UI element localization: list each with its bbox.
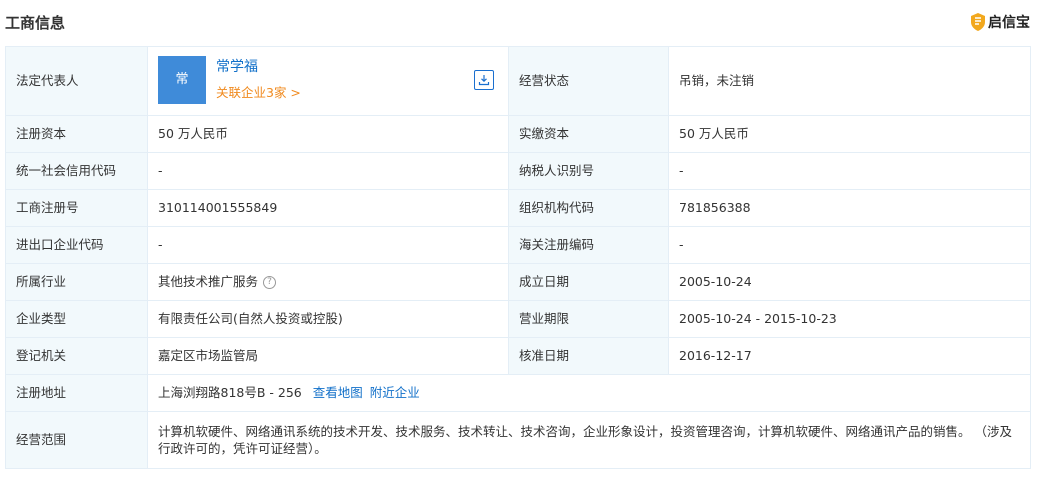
section-title: 工商信息 bbox=[5, 14, 66, 32]
credit-code-value: - bbox=[147, 152, 509, 190]
approval-date-label: 核准日期 bbox=[508, 337, 669, 375]
business-scope-value: 计算机软硬件、网络通讯系统的技术开发、技术服务、技术转让、技术咨询，企业形象设计… bbox=[147, 411, 1031, 469]
registered-capital-label: 注册资本 bbox=[5, 115, 148, 153]
table-row: 注册资本 50 万人民币 实缴资本 50 万人民币 bbox=[5, 115, 1031, 153]
org-code-value: 781856388 bbox=[668, 189, 1031, 227]
brand-logo[interactable]: 启信宝 bbox=[971, 12, 1030, 32]
download-icon bbox=[478, 75, 490, 86]
table-row: 工商注册号 310114001555849 组织机构代码 781856388 bbox=[5, 189, 1031, 227]
legal-rep-name-link[interactable]: 常学福 bbox=[216, 58, 258, 78]
legal-rep-label: 法定代表人 bbox=[5, 46, 148, 116]
reg-number-label: 工商注册号 bbox=[5, 189, 148, 227]
view-map-link[interactable]: 查看地图 bbox=[313, 385, 363, 400]
paid-capital-value: 50 万人民币 bbox=[668, 115, 1031, 153]
help-icon[interactable]: ? bbox=[263, 276, 277, 290]
table-row: 所属行业 其他技术推广服务? 成立日期 2005-10-24 bbox=[5, 263, 1031, 301]
table-row: 经营范围 计算机软硬件、网络通讯系统的技术开发、技术服务、技术转让、技术咨询，企… bbox=[5, 411, 1031, 469]
customs-code-value: - bbox=[668, 226, 1031, 264]
import-export-code-value: - bbox=[147, 226, 509, 264]
nearby-companies-link[interactable]: 附近企业 bbox=[370, 385, 420, 400]
table-row: 注册地址 上海浏翔路818号B - 256 查看地图 附近企业 bbox=[5, 374, 1031, 412]
industry-cell: 其他技术推广服务? bbox=[147, 263, 509, 301]
brand-name: 启信宝 bbox=[988, 15, 1030, 31]
import-export-code-label: 进出口企业代码 bbox=[5, 226, 148, 264]
registration-authority-value: 嘉定区市场监管局 bbox=[147, 337, 509, 375]
address-cell: 上海浏翔路818号B - 256 查看地图 附近企业 bbox=[147, 374, 1031, 412]
section-header: 工商信息 启信宝 bbox=[0, 0, 1046, 46]
status-value: 吊销，未注销 bbox=[668, 46, 1031, 116]
reg-number-value: 310114001555849 bbox=[147, 189, 509, 227]
table-row: 企业类型 有限责任公司(自然人投资或控股) 营业期限 2005-10-24 - … bbox=[5, 300, 1031, 338]
business-scope-label: 经营范围 bbox=[5, 411, 148, 469]
shield-icon bbox=[971, 13, 985, 31]
registered-capital-value: 50 万人民币 bbox=[147, 115, 509, 153]
download-button[interactable] bbox=[474, 70, 494, 90]
business-info-table: 法定代表人 常 常学福 关联企业3家 > 经营状态 吊销，未注销 注册资本 50… bbox=[5, 46, 1031, 469]
taxpayer-id-value: - bbox=[668, 152, 1031, 190]
approval-date-value: 2016-12-17 bbox=[668, 337, 1031, 375]
table-row: 进出口企业代码 - 海关注册编码 - bbox=[5, 226, 1031, 264]
industry-value: 其他技术推广服务 bbox=[158, 274, 259, 290]
registration-authority-label: 登记机关 bbox=[5, 337, 148, 375]
credit-code-label: 统一社会信用代码 bbox=[5, 152, 148, 190]
industry-label: 所属行业 bbox=[5, 263, 148, 301]
company-type-label: 企业类型 bbox=[5, 300, 148, 338]
table-row: 登记机关 嘉定区市场监管局 核准日期 2016-12-17 bbox=[5, 337, 1031, 375]
table-row: 法定代表人 常 常学福 关联企业3家 > 经营状态 吊销，未注销 bbox=[5, 46, 1031, 116]
customs-code-label: 海关注册编码 bbox=[508, 226, 669, 264]
address-label: 注册地址 bbox=[5, 374, 148, 412]
legal-rep-cell: 常 常学福 关联企业3家 > bbox=[147, 46, 509, 116]
business-term-label: 营业期限 bbox=[508, 300, 669, 338]
founded-date-value: 2005-10-24 bbox=[668, 263, 1031, 301]
table-row: 统一社会信用代码 - 纳税人识别号 - bbox=[5, 152, 1031, 190]
related-companies-link[interactable]: 关联企业3家 > bbox=[216, 84, 301, 102]
org-code-label: 组织机构代码 bbox=[508, 189, 669, 227]
founded-date-label: 成立日期 bbox=[508, 263, 669, 301]
address-value: 上海浏翔路818号B - 256 bbox=[158, 385, 302, 401]
avatar: 常 bbox=[158, 56, 206, 104]
paid-capital-label: 实缴资本 bbox=[508, 115, 669, 153]
taxpayer-id-label: 纳税人识别号 bbox=[508, 152, 669, 190]
business-term-value: 2005-10-24 - 2015-10-23 bbox=[668, 300, 1031, 338]
status-label: 经营状态 bbox=[508, 46, 669, 116]
company-type-value: 有限责任公司(自然人投资或控股) bbox=[147, 300, 509, 338]
